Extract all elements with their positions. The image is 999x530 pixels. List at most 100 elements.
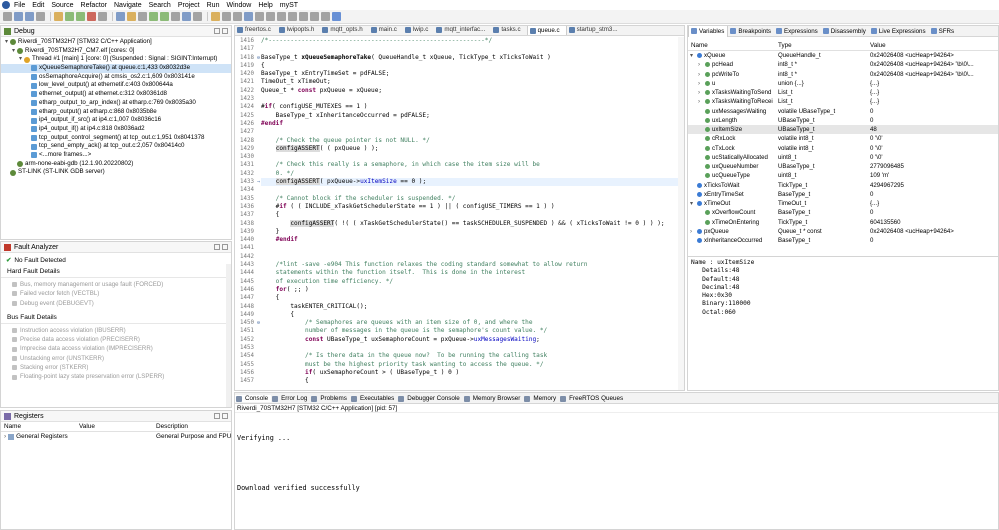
debug-tree-row[interactable]: xQueueSemaphoreTake() at queue.c:1,433 0… xyxy=(1,64,231,73)
open-icon[interactable] xyxy=(116,12,125,21)
search-icon[interactable] xyxy=(127,12,136,21)
code-line[interactable]: 1449 { xyxy=(235,311,684,319)
tab-memory[interactable]: Memory xyxy=(523,395,559,402)
code-line[interactable]: 1444 statements within the function itse… xyxy=(235,269,684,277)
back-icon[interactable] xyxy=(138,12,147,21)
variable-row[interactable]: xInheritanceOccurred BaseType_t 0 xyxy=(688,236,998,245)
editor-tab-freertos-c[interactable]: freertos.c xyxy=(235,26,277,35)
menu-item-navigate[interactable]: Navigate xyxy=(114,2,142,9)
code-line[interactable]: 1439 } xyxy=(235,228,684,236)
tab-executables[interactable]: Executables xyxy=(350,395,397,402)
expand-icon[interactable]: › xyxy=(698,88,705,97)
code-line[interactable]: 1420 BaseType_t xEntryTimeSet = pdFALSE; xyxy=(235,70,684,78)
maximize-icon[interactable] xyxy=(222,413,228,419)
code-line[interactable]: 1435 /* Cannot block if the scheduler is… xyxy=(235,195,684,203)
chevron-icon[interactable]: ▾ xyxy=(3,38,10,47)
debug-tree-row[interactable]: low_level_output() at ethernetif.c:403 0… xyxy=(1,81,231,90)
code-line[interactable]: 1426 #endif xyxy=(235,120,684,128)
expand-icon[interactable]: › xyxy=(698,97,705,106)
maximize-icon[interactable] xyxy=(222,244,228,250)
tab-problems[interactable]: Problems xyxy=(310,395,350,402)
step-over-icon[interactable] xyxy=(193,12,202,21)
code-line[interactable]: 1434 xyxy=(235,186,684,194)
variable-row[interactable]: uxMessagesWaiting volatile UBaseType_t 0 xyxy=(688,107,998,116)
variable-row[interactable]: uxQueueNumber UBaseType_t 2779096485 xyxy=(688,162,998,171)
tab-error-log[interactable]: Error Log xyxy=(271,395,310,402)
code-line[interactable]: 1447 { xyxy=(235,294,684,302)
link-icon[interactable] xyxy=(233,12,242,21)
editor-tab-main-c[interactable]: main.c xyxy=(369,26,403,35)
code-line[interactable]: 1428 /* Check the queue pointer is not N… xyxy=(235,137,684,145)
print-icon[interactable] xyxy=(36,12,45,21)
settings-icon[interactable] xyxy=(98,12,107,21)
fault-scrollbar[interactable] xyxy=(226,264,231,407)
history-icon[interactable] xyxy=(321,12,330,21)
variable-row[interactable]: ucQueueType uint8_t 109 'm' xyxy=(688,171,998,180)
tab-sfrs[interactable]: SFRs xyxy=(929,26,957,37)
menu-item-source[interactable]: Source xyxy=(51,2,73,9)
debug-tree-row[interactable]: <...more frames...> xyxy=(1,151,231,160)
variable-row[interactable]: › u union {...} {...} xyxy=(688,79,998,88)
code-line[interactable]: 1421 TimeOut_t xTimeOut; xyxy=(235,78,684,86)
expand-icon[interactable]: ▾ xyxy=(690,199,697,208)
registers-row[interactable]: › General Registers General Purpose and F… xyxy=(1,432,231,442)
debug-tree-row[interactable]: ip4_output_if() at ip4.c:818 0x8036ad2 xyxy=(1,125,231,134)
code-line[interactable]: 1446 for( ;; ) xyxy=(235,286,684,294)
code-line[interactable]: 1453 xyxy=(235,344,684,352)
edit-icon[interactable] xyxy=(299,12,308,21)
menu-item-run[interactable]: Run xyxy=(207,2,220,9)
tab-console[interactable]: Console xyxy=(235,394,272,402)
debug-icon[interactable] xyxy=(65,12,74,21)
code-line[interactable]: 1424 #if( configUSE_MUTEXES == 1 ) xyxy=(235,103,684,111)
chevron-icon[interactable]: ▾ xyxy=(17,55,24,64)
variable-row[interactable]: › xTasksWaitingToSend List_t {...} xyxy=(688,88,998,97)
variable-row[interactable]: ▾ xTimeOut TimeOut_t {...} xyxy=(688,199,998,208)
expand-icon[interactable]: ▾ xyxy=(690,51,697,60)
expand-icon[interactable]: › xyxy=(690,227,697,236)
debug-tree-row[interactable]: arm-none-eabi-gdb (12.1.90.20220802) xyxy=(1,160,231,169)
step-return-icon[interactable] xyxy=(211,12,220,21)
debug-tree-row[interactable]: ▾ Riverdi_70STM32H7 [STM32 C/C++ Applicat… xyxy=(1,38,231,47)
menu-item-edit[interactable]: Edit xyxy=(32,2,44,9)
minimize-icon[interactable] xyxy=(214,28,220,34)
menu-item-search[interactable]: Search xyxy=(149,2,171,9)
tab-breakpoints[interactable]: Breakpoints xyxy=(728,26,774,37)
code-line[interactable]: 1429 configASSERT( ( pxQueue ) ); xyxy=(235,144,684,153)
variable-row[interactable]: uxLength UBaseType_t 0 xyxy=(688,116,998,125)
run-icon[interactable] xyxy=(76,12,85,21)
editor-tab-queue-c[interactable]: queue.c xyxy=(526,26,567,35)
code-line[interactable]: 1425 BaseType_t xInheritanceOccurred = p… xyxy=(235,112,684,120)
variable-row[interactable]: cTxLock volatile int8_t 0 '\0' xyxy=(688,144,998,153)
step-into-icon[interactable] xyxy=(182,12,191,21)
pin-icon[interactable] xyxy=(277,12,286,21)
code-line[interactable]: 1430 xyxy=(235,153,684,161)
variable-row[interactable]: › xTasksWaitingToRecei List_t {...} xyxy=(688,97,998,106)
code-line[interactable]: 1418 ⊖ BaseType_t xQueueSemaphoreTake( Que… xyxy=(235,54,684,62)
code-line[interactable]: 1423 xyxy=(235,95,684,103)
info-icon[interactable] xyxy=(332,12,341,21)
code-line[interactable]: 1416 /*----------------------------------… xyxy=(235,37,684,45)
suspend-icon[interactable] xyxy=(160,12,169,21)
debug-tree-row[interactable]: tcp_send_empty_ack() at tcp_out.c:2,057 … xyxy=(1,142,231,151)
prev-icon[interactable] xyxy=(255,12,264,21)
menu-icon[interactable] xyxy=(288,12,297,21)
variable-row[interactable]: xTicksToWait TickType_t 4294967295 xyxy=(688,181,998,190)
code-line[interactable]: 1454 /* Is there data in the queue now? … xyxy=(235,352,684,360)
menu-item-file[interactable]: File xyxy=(14,2,25,9)
code-line[interactable]: 1438 configASSERT( !( ( xTaskGetSchedule… xyxy=(235,219,684,228)
debug-tree-row[interactable]: ST-LINK (ST-LINK GDB server) xyxy=(1,168,231,177)
expand-icon[interactable]: › xyxy=(698,70,705,79)
debug-tree-row[interactable]: ▾ Riverdi_70STM32H7_CM7.elf [cores: 0] xyxy=(1,47,231,56)
tab-debugger-console[interactable]: Debugger Console xyxy=(397,395,463,402)
overview-ruler[interactable] xyxy=(678,37,684,390)
variable-row[interactable]: xOverflowCount BaseType_t 0 xyxy=(688,208,998,217)
refresh-icon[interactable] xyxy=(222,12,231,21)
expand-icon[interactable]: › xyxy=(698,79,705,88)
tab-variables[interactable]: Variables xyxy=(688,26,729,37)
debug-tree-row[interactable]: etharp_output() at etharp.c:868 0x8035b8… xyxy=(1,108,231,117)
variable-row[interactable]: cRxLock volatile int8_t 0 '\0' xyxy=(688,134,998,143)
code-line[interactable]: 1422 Queue_t * const pxQueue = xQueue; xyxy=(235,87,684,95)
build-icon[interactable] xyxy=(54,12,63,21)
variable-row[interactable]: ucStaticallyAllocated uint8_t 0 '\0' xyxy=(688,153,998,162)
code-line[interactable]: 1445 of execution time efficiency. */ xyxy=(235,278,684,286)
